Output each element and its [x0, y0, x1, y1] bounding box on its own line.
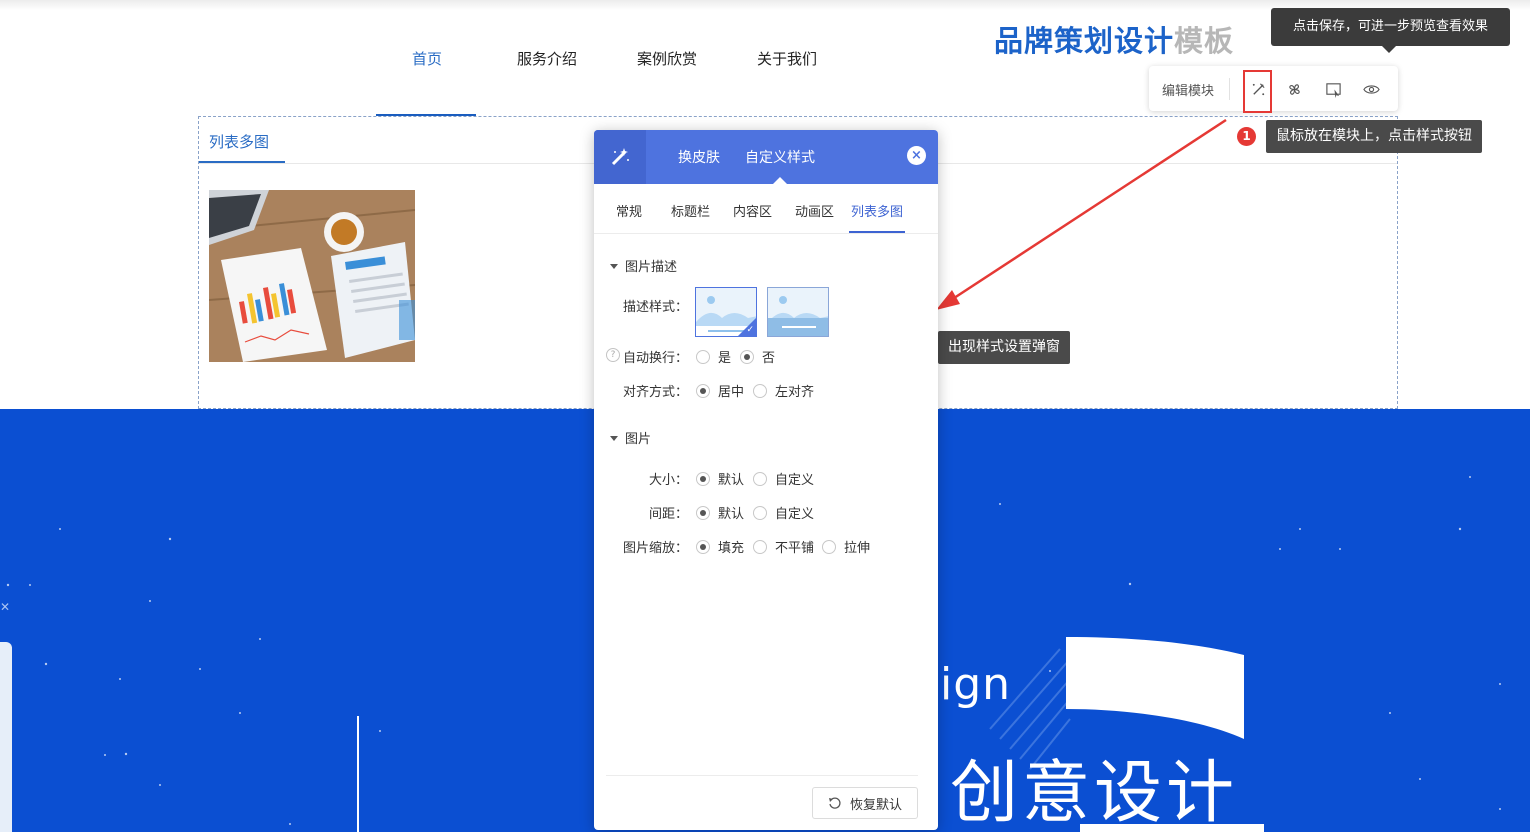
spacing-label: 间距：: [648, 507, 688, 522]
desk-photo-illustration: [209, 190, 415, 362]
nav-item-cases[interactable]: 案例欣赏: [612, 48, 722, 69]
popup-header: 换皮肤 自定义样式 ×: [594, 130, 938, 184]
auto-wrap-yes[interactable]: 是: [696, 347, 731, 366]
pinwheel-icon: [1288, 83, 1300, 95]
module-title-tab[interactable]: 列表多图: [209, 131, 269, 152]
size-custom[interactable]: 自定义: [753, 469, 814, 488]
animation-button[interactable]: [1281, 76, 1307, 102]
subtab-title-bar[interactable]: 标题栏: [671, 201, 710, 220]
radio-icon: [753, 383, 767, 398]
brand-logo-suffix: 模板: [1174, 24, 1235, 58]
eye-icon: [1362, 84, 1380, 94]
section-image-description[interactable]: 图片描述: [610, 256, 677, 275]
radio-checked-icon: [696, 383, 710, 398]
main-nav: 首页 服务介绍 案例欣赏 关于我们: [370, 36, 850, 118]
active-tab-pointer: [773, 177, 787, 184]
size-custom-label: 自定义: [775, 473, 815, 488]
save-tooltip: 点击保存，可进一步预览查看效果: [1271, 8, 1510, 53]
align-center[interactable]: 居中: [696, 381, 744, 400]
radio-checked-icon: [740, 349, 754, 364]
desc-style-option-1[interactable]: ✓: [695, 287, 757, 337]
left-edge-panel[interactable]: [0, 642, 12, 832]
desc-style-label: 描述样式：: [622, 300, 688, 315]
toolbar-divider: [1229, 78, 1230, 100]
nav-item-about[interactable]: 关于我们: [732, 48, 842, 69]
spacing-custom-label: 自定义: [775, 507, 815, 522]
scale-no-tile[interactable]: 不平铺: [753, 537, 814, 556]
scale-no-tile-label: 不平铺: [775, 541, 815, 556]
radio-checked-icon: [696, 505, 710, 520]
section-image-description-label: 图片描述: [625, 260, 678, 275]
landscape-overlay-thumb-icon: [768, 288, 828, 336]
banner-chinese-text: 创意设计: [950, 754, 1239, 832]
radio-icon: [696, 349, 710, 364]
subtab-list-gallery[interactable]: 列表多图: [851, 201, 903, 220]
align-left-label: 左对齐: [775, 385, 815, 400]
scale-fill[interactable]: 填充: [696, 537, 744, 556]
check-icon: ✓: [746, 325, 754, 335]
brand-logo-main: 品牌策划设计: [994, 24, 1175, 58]
auto-wrap-no-label: 否: [762, 351, 776, 366]
active-subtab-underline: [849, 231, 905, 233]
edit-module-toolbar: 编辑模块: [1149, 66, 1398, 111]
radio-checked-icon: [696, 471, 710, 486]
undo-icon: [828, 797, 841, 809]
section-image[interactable]: 图片: [610, 428, 651, 447]
align-left[interactable]: 左对齐: [753, 381, 814, 400]
reset-default-label: 恢复默认: [849, 797, 902, 813]
size-label: 大小：: [648, 473, 688, 488]
desc-style-option-2[interactable]: [767, 287, 829, 337]
spacing-default[interactable]: 默认: [696, 503, 744, 522]
style-button-highlight: [1243, 70, 1272, 113]
brand-logo: 品牌策划设计模板: [994, 18, 1234, 60]
scale-fill-label: 填充: [718, 541, 745, 556]
style-settings-popup: 换皮肤 自定义样式 × 常规 标题栏 内容区 动画区 列表多图 图片描述 描述样…: [594, 130, 938, 830]
spacing-default-label: 默认: [718, 507, 745, 522]
edit-module-label: 编辑模块: [1162, 84, 1215, 99]
close-icon[interactable]: ×: [907, 146, 926, 165]
auto-wrap-no[interactable]: 否: [740, 347, 775, 366]
style-subtabs: 常规 标题栏 内容区 动画区 列表多图: [594, 184, 938, 234]
subtab-content-area[interactable]: 内容区: [733, 201, 772, 220]
tab-change-skin[interactable]: 换皮肤: [678, 147, 720, 167]
select-module-button[interactable]: [1320, 76, 1346, 102]
step-one-tooltip: 鼠标放在模块上，点击样式按钮: [1266, 120, 1482, 153]
size-default-label: 默认: [718, 473, 745, 488]
scale-stretch[interactable]: 拉伸: [822, 537, 870, 556]
radio-icon: [753, 471, 767, 486]
subtab-general[interactable]: 常规: [616, 201, 642, 220]
collapse-triangle-icon: [610, 436, 618, 441]
magic-wand-icon: [611, 148, 629, 166]
radio-icon: [753, 539, 767, 554]
align-label: 对齐方式：: [622, 385, 688, 400]
preview-button[interactable]: [1358, 76, 1384, 102]
align-center-label: 居中: [718, 385, 745, 400]
section-image-label: 图片: [625, 432, 652, 447]
nav-item-home[interactable]: 首页: [372, 48, 482, 69]
popup-header-icon-cell: [594, 130, 646, 184]
radio-icon: [753, 505, 767, 520]
subtab-animation-area[interactable]: 动画区: [795, 201, 834, 220]
nav-item-services[interactable]: 服务介绍: [492, 48, 602, 69]
reset-default-button[interactable]: 恢复默认: [812, 787, 918, 819]
banner-english-text: ign: [940, 659, 1012, 710]
scale-stretch-label: 拉伸: [844, 541, 871, 556]
step-two-tooltip: 出现样式设置弹窗: [938, 331, 1070, 364]
module-photo[interactable]: [209, 190, 415, 362]
select-area-icon: [1325, 82, 1341, 98]
radio-checked-icon: [696, 539, 710, 554]
step-one-marker: 1: [1237, 127, 1256, 146]
tab-custom-style[interactable]: 自定义样式: [745, 147, 815, 167]
size-default[interactable]: 默认: [696, 469, 744, 488]
popup-footer-divider: [606, 775, 918, 776]
spacing-custom[interactable]: 自定义: [753, 503, 814, 522]
left-close-icon[interactable]: ✕: [0, 600, 10, 614]
collapse-triangle-icon: [610, 264, 618, 269]
radio-icon: [822, 539, 836, 554]
scale-label: 图片缩放：: [622, 541, 688, 556]
auto-wrap-yes-label: 是: [718, 351, 732, 366]
auto-wrap-label: 自动换行：: [622, 351, 688, 366]
